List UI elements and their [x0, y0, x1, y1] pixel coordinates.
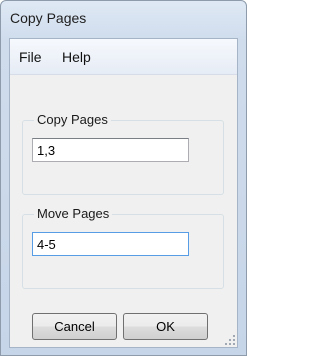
cancel-button[interactable]: Cancel — [32, 313, 117, 340]
title-bar[interactable]: Copy Pages — [1, 1, 246, 38]
dialog-client-area: File Help Copy Pages Move Pages Cancel O… — [9, 38, 238, 348]
ok-button[interactable]: OK — [123, 313, 208, 340]
resize-grip-icon[interactable] — [225, 335, 235, 345]
copy-pages-group: Copy Pages — [22, 112, 224, 195]
menu-help[interactable]: Help — [62, 49, 91, 65]
copy-pages-group-label: Copy Pages — [34, 112, 111, 128]
dialog-window: Copy Pages File Help Copy Pages Move Pag… — [0, 0, 247, 356]
move-pages-group-label: Move Pages — [34, 206, 113, 222]
menu-bar: File Help — [10, 39, 237, 75]
copy-pages-input[interactable] — [32, 138, 189, 162]
move-pages-input[interactable] — [32, 232, 189, 256]
move-pages-group: Move Pages — [22, 206, 224, 289]
window-title: Copy Pages — [10, 10, 87, 26]
menu-file[interactable]: File — [19, 49, 42, 65]
